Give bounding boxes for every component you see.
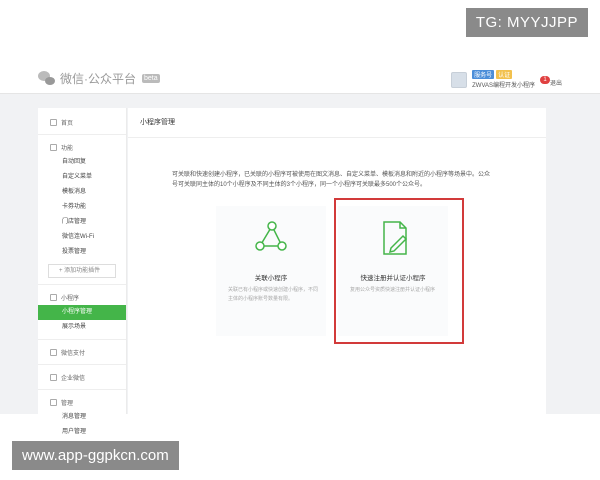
enterprise-icon [50, 373, 57, 381]
sidebar-section-label: 小程序 [61, 295, 80, 302]
sidebar-item-wifi[interactable]: 微信连Wi-Fi [38, 230, 126, 245]
sidebar-item-messages[interactable]: 消息管理 [38, 410, 126, 425]
watermark-top: TG: MYYJJPP [465, 8, 588, 37]
sidebar-section-miniprogram: 小程序 [38, 289, 126, 305]
sidebar-section-label: 功能 [61, 145, 74, 152]
sidebar-item-enterprise[interactable]: 企业微信 [38, 369, 126, 385]
sidebar-section-features: 功能 [38, 139, 126, 155]
sidebar-item-label: 企业微信 [61, 375, 86, 382]
divider [38, 284, 126, 285]
sidebar-section-label: 管理 [61, 400, 74, 407]
divider [38, 364, 126, 365]
wechat-icon [38, 70, 56, 87]
folder-icon [50, 398, 57, 406]
user-tags: 服务号 认证 ZWVAS编程开发小程序 [472, 70, 535, 89]
divider [38, 389, 126, 390]
sidebar-item-display-scenes[interactable]: 展示场景 [38, 320, 126, 335]
link-icon [50, 293, 57, 301]
home-icon [50, 118, 57, 126]
user-info[interactable]: 服务号 认证 ZWVAS编程开发小程序 1 [451, 70, 550, 89]
divider [38, 339, 126, 340]
link-miniprogram-card[interactable]: 关联小程序 关联已有小程序或快速创建小程序，不同主体的小程序账号数量有限。 [216, 206, 326, 336]
page-title: 小程序管理 [128, 108, 546, 138]
add-plugin-button[interactable]: + 添加功能插件 [48, 264, 116, 278]
sidebar-item-label: 首页 [61, 120, 74, 127]
notification-badge[interactable]: 1 [540, 75, 550, 84]
sidebar-section-manage: 管理 [38, 394, 126, 410]
card-description: 关联已有小程序或快速创建小程序，不同主体的小程序账号数量有限。 [228, 287, 319, 302]
sidebar-item-users[interactable]: 用户管理 [38, 425, 126, 440]
sidebar-item-label: 微信支付 [61, 350, 86, 357]
logo-badge: beta [142, 74, 160, 83]
sidebar-item-voting[interactable]: 投票管理 [38, 245, 126, 260]
divider [38, 134, 126, 135]
user-name: ZWVAS编程开发小程序 [472, 83, 535, 89]
avatar[interactable] [451, 71, 468, 88]
sidebar-item-coupons[interactable]: 卡券功能 [38, 200, 126, 215]
watermark-bottom: www.app-ggpkcn.com [12, 441, 179, 470]
page-description: 可关联和快速创建小程序，已关联的小程序可被使用在图文消息、自定义菜单、模板消息和… [172, 172, 491, 188]
sidebar-item-home[interactable]: 首页 [38, 114, 126, 130]
sidebar-item-template-messages[interactable]: 模板消息 [38, 185, 126, 200]
logo-text: 微信·公众平台 [60, 72, 136, 86]
wallet-icon [50, 348, 57, 356]
account-type-badge: 服务号 [472, 70, 495, 79]
sidebar: 首页 功能 自动回复 自定义菜单 模板消息 卡券功能 门店管理 微信连Wi-Fi… [38, 108, 127, 435]
sidebar-item-auto-reply[interactable]: 自动回复 [38, 155, 126, 170]
highlight-box [334, 198, 464, 344]
sidebar-item-wechat-pay[interactable]: 微信支付 [38, 344, 126, 360]
card-title: 关联小程序 [254, 275, 288, 282]
sidebar-item-custom-menu[interactable]: 自定义菜单 [38, 170, 126, 185]
verified-badge: 认证 [496, 70, 513, 79]
grid-icon [50, 143, 57, 151]
share-network-icon [255, 221, 287, 251]
sidebar-item-store-management[interactable]: 门店管理 [38, 215, 126, 230]
platform-logo[interactable]: 微信·公众平台 beta [38, 70, 160, 87]
logout-link[interactable]: 退出 [550, 78, 562, 87]
top-navigation-bar: 微信·公众平台 beta 服务号 认证 ZWVAS编程开发小程序 1 退出 [0, 64, 600, 94]
sidebar-item-miniprogram-management[interactable]: 小程序管理 [38, 305, 126, 320]
